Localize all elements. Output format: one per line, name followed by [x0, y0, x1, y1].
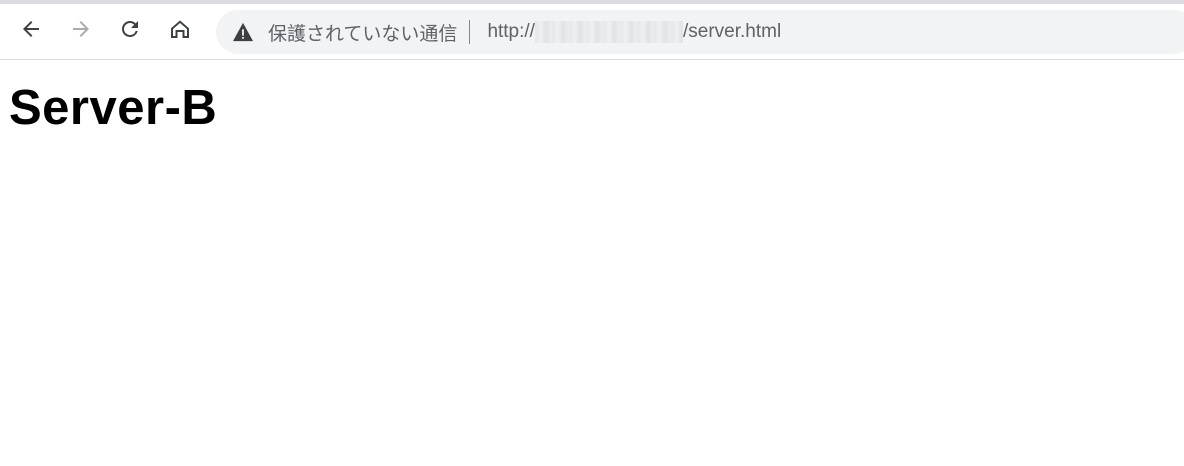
url-path: /server.html: [682, 21, 782, 42]
home-icon: [168, 17, 192, 46]
page-heading: Server-B: [9, 81, 218, 135]
url-scheme: http://: [487, 21, 535, 42]
back-button[interactable]: [14, 14, 48, 48]
warning-triangle-icon[interactable]: [232, 21, 254, 43]
url-text[interactable]: http:// /server.html: [487, 21, 781, 43]
arrow-left-icon: [19, 17, 43, 46]
reload-icon: [118, 17, 142, 46]
address-bar[interactable]: 保護されていない通信 http:// /server.html: [216, 10, 1184, 54]
browser-toolbar: 保護されていない通信 http:// /server.html: [0, 4, 1184, 59]
browser-window: 保護されていない通信 http:// /server.html Server-B: [0, 0, 1184, 466]
reload-button[interactable]: [113, 14, 147, 48]
forward-button[interactable]: [64, 14, 98, 48]
omnibox-separator: [469, 20, 471, 44]
security-status-label[interactable]: 保護されていない通信: [268, 19, 457, 46]
page-content: Server-B: [0, 60, 1184, 466]
arrow-right-icon: [69, 17, 93, 46]
url-host-redacted: [534, 21, 683, 43]
home-button[interactable]: [163, 14, 197, 48]
